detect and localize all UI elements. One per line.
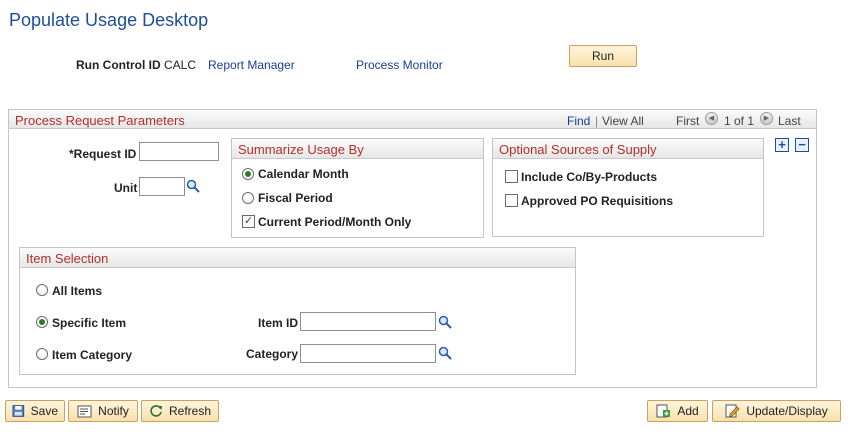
category-lookup-icon[interactable]: [438, 346, 452, 360]
pager-text: 1 of 1: [724, 114, 755, 128]
item-selection-header: Item Selection: [20, 248, 575, 268]
save-icon: [12, 405, 25, 417]
item-category-label: Item Category: [52, 348, 133, 362]
update-display-label: Update/Display: [746, 404, 828, 418]
find-link[interactable]: Find: [567, 114, 590, 128]
notify-button[interactable]: Notify: [68, 400, 138, 422]
item-id-input[interactable]: [300, 312, 436, 331]
previous-arrow-icon[interactable]: ◀: [705, 112, 718, 125]
request-id-label: *Request ID: [69, 147, 137, 161]
notify-icon: [77, 405, 92, 417]
co-products-checkbox[interactable]: [505, 170, 518, 183]
page-title: Populate Usage Desktop: [9, 10, 209, 30]
summarize-header: Summarize Usage By: [232, 139, 483, 159]
refresh-icon: [150, 405, 162, 417]
add-button[interactable]: Add: [647, 400, 708, 422]
delete-row-icon[interactable]: −: [795, 138, 809, 152]
calendar-month-radio[interactable]: [242, 168, 254, 180]
po-requisitions-label: Approved PO Requisitions: [521, 194, 674, 208]
category-input[interactable]: [300, 344, 436, 363]
unit-lookup-icon[interactable]: [186, 179, 200, 193]
params-title: Process Request Parameters: [15, 113, 185, 128]
item-id-lookup-icon[interactable]: [438, 315, 452, 329]
current-only-checkbox[interactable]: ✓: [242, 215, 255, 228]
save-button[interactable]: Save: [5, 400, 65, 422]
fiscal-period-label: Fiscal Period: [258, 191, 333, 205]
unit-input[interactable]: [139, 177, 185, 196]
current-only-label: Current Period/Month Only: [258, 215, 412, 229]
specific-item-label: Specific Item: [52, 316, 127, 330]
view-all-link[interactable]: View All: [602, 114, 644, 128]
request-id-input[interactable]: [139, 142, 219, 161]
find-separator: |: [595, 114, 599, 128]
supply-header: Optional Sources of Supply: [493, 139, 763, 159]
fiscal-period-radio[interactable]: [242, 192, 254, 204]
report-manager-link[interactable]: Report Manager: [208, 58, 295, 72]
item-id-label: Item ID: [258, 316, 299, 330]
add-label: Add: [677, 404, 699, 418]
co-products-label: Include Co/By-Products: [521, 170, 658, 184]
refresh-button[interactable]: Refresh: [141, 400, 219, 422]
next-arrow-icon[interactable]: ▶: [760, 112, 773, 125]
run-control-value: CALC: [164, 58, 197, 72]
po-requisitions-checkbox[interactable]: [505, 194, 518, 207]
all-items-radio[interactable]: [36, 284, 48, 296]
run-button[interactable]: Run: [569, 45, 637, 67]
category-label: Category: [246, 347, 299, 361]
specific-item-radio[interactable]: [36, 316, 48, 328]
add-row-icon[interactable]: +: [775, 138, 789, 152]
unit-label: Unit: [114, 181, 138, 195]
item-category-radio[interactable]: [36, 348, 48, 360]
add-icon: [656, 404, 671, 418]
summarize-title: Summarize Usage By: [238, 142, 364, 157]
save-label: Save: [30, 404, 58, 418]
first-link[interactable]: First: [676, 114, 699, 128]
calendar-month-label: Calendar Month: [258, 167, 349, 181]
all-items-label: All Items: [52, 284, 103, 298]
refresh-label: Refresh: [168, 404, 212, 418]
run-control-label: Run Control ID: [76, 58, 161, 72]
last-link[interactable]: Last: [778, 114, 801, 128]
process-monitor-link[interactable]: Process Monitor: [356, 58, 443, 72]
optional-supply-group: Optional Sources of Supply: [492, 138, 764, 237]
supply-title: Optional Sources of Supply: [499, 142, 657, 157]
update-display-icon: [725, 404, 740, 418]
notify-label: Notify: [98, 404, 129, 418]
update-display-button[interactable]: Update/Display: [712, 400, 841, 422]
item-selection-title: Item Selection: [26, 251, 109, 266]
